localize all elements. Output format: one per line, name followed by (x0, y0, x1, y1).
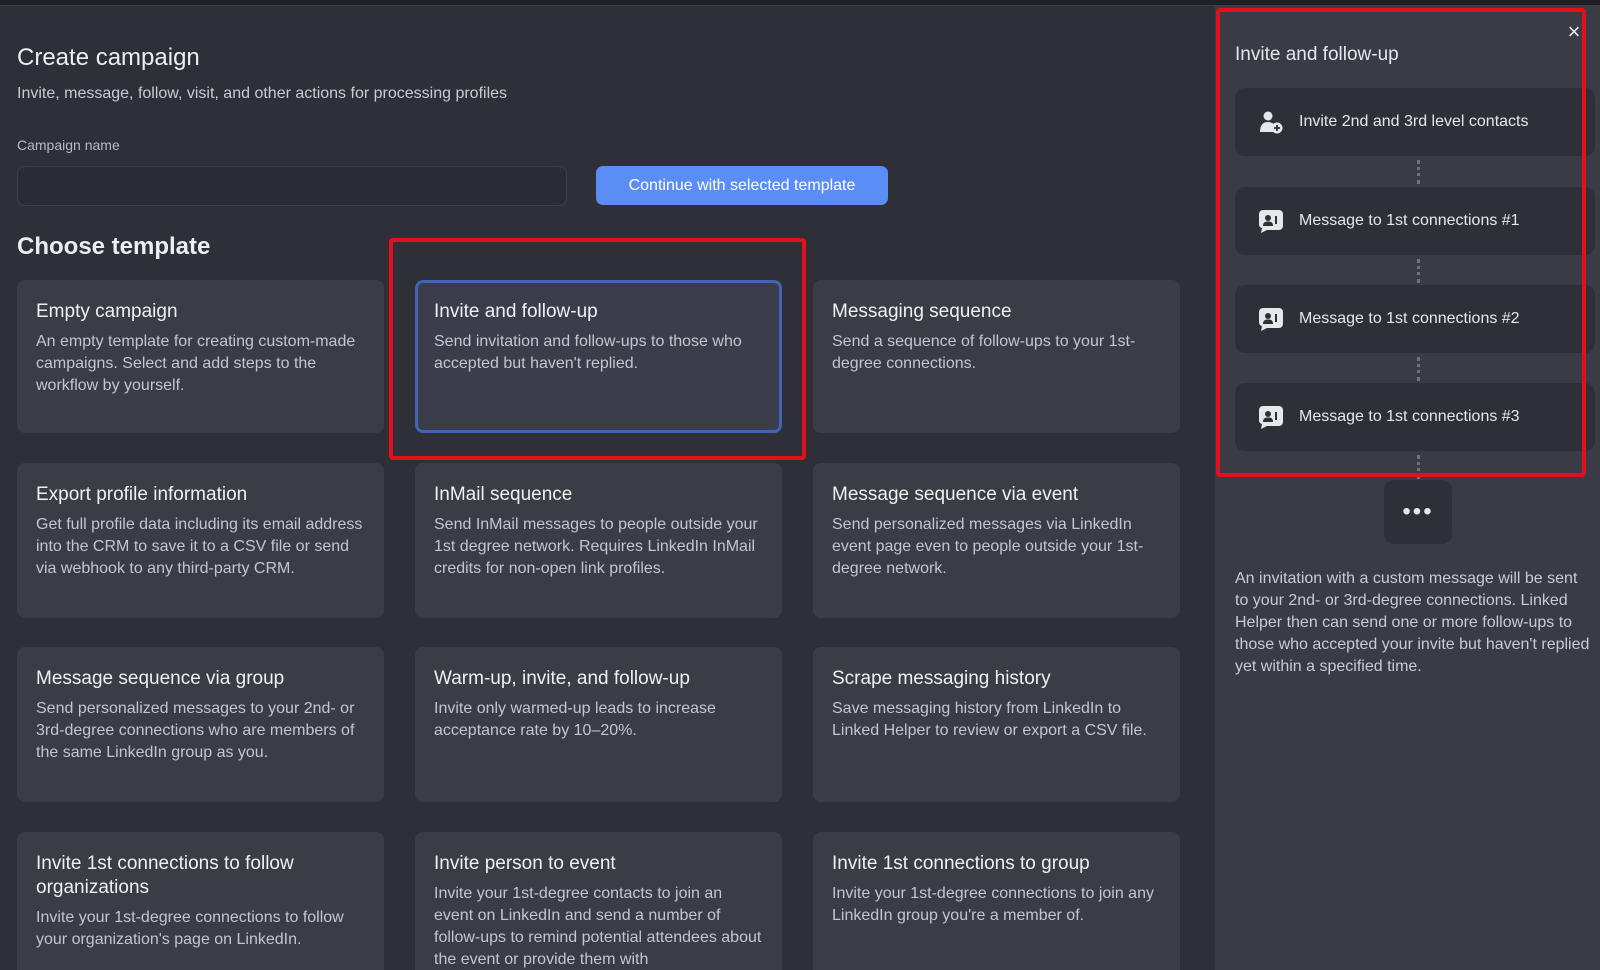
close-icon[interactable]: × (1562, 20, 1586, 44)
template-card-title: InMail sequence (434, 484, 573, 505)
template-card-desc: Send InMail messages to people outside y… (434, 516, 758, 577)
template-card-invite-person-to-event[interactable]: Invite person to event Invite your 1st-d… (415, 832, 782, 970)
template-card-title: Messaging sequence (832, 301, 1012, 322)
template-card-title: Export profile information (36, 484, 248, 505)
template-card-message-sequence-via-group[interactable]: Message sequence via group Send personal… (17, 647, 384, 802)
template-card-desc: Invite your 1st-degree connections to jo… (832, 885, 1154, 924)
message-user-icon (1257, 403, 1285, 431)
message-user-icon (1257, 305, 1285, 333)
step-connector (1417, 160, 1420, 184)
template-card-title: Invite 1st connections to group (832, 853, 1090, 874)
preview-title: Invite and follow-up (1235, 44, 1399, 65)
campaign-name-label: Campaign name (17, 137, 120, 153)
template-card-desc: Send a sequence of follow-ups to your 1s… (832, 333, 1136, 372)
step-connector (1417, 357, 1420, 381)
template-card-export-profile-information[interactable]: Export profile information Get full prof… (17, 463, 384, 618)
preview-step-message-2: Message to 1st connections #2 (1235, 285, 1595, 353)
campaign-name-input[interactable] (17, 166, 567, 206)
template-card-inmail-sequence[interactable]: InMail sequence Send InMail messages to … (415, 463, 782, 618)
step-connector (1417, 455, 1420, 479)
preview-step-message-3: Message to 1st connections #3 (1235, 383, 1595, 451)
template-card-title: Empty campaign (36, 301, 178, 322)
template-card-message-sequence-via-event[interactable]: Message sequence via event Send personal… (813, 463, 1180, 618)
template-card-invite-to-group[interactable]: Invite 1st connections to group Invite y… (813, 832, 1180, 970)
template-card-desc: Send personalized messages to your 2nd- … (36, 700, 355, 761)
template-card-title: Warm-up, invite, and follow-up (434, 668, 690, 689)
message-user-icon (1257, 207, 1285, 235)
preview-step-label: Invite 2nd and 3rd level contacts (1299, 113, 1529, 130)
template-card-desc: Invite only warmed-up leads to increase … (434, 700, 716, 739)
template-card-desc: Invite your 1st-degree connections to fo… (36, 909, 344, 948)
page-subtitle: Invite, message, follow, visit, and othe… (17, 85, 508, 102)
choose-template-heading: Choose template (17, 233, 211, 260)
preview-step-label: Message to 1st connections #1 (1299, 212, 1520, 229)
preview-step-message-1: Message to 1st connections #1 (1235, 187, 1595, 255)
template-card-title: Message sequence via event (832, 484, 1079, 505)
template-card-warm-up-invite-follow-up[interactable]: Warm-up, invite, and follow-up Invite on… (415, 647, 782, 802)
template-card-title: Invite 1st connections to follow organiz… (36, 853, 294, 898)
template-card-scrape-messaging-history[interactable]: Scrape messaging history Save messaging … (813, 647, 1180, 802)
template-card-title: Message sequence via group (36, 668, 285, 689)
add-user-icon (1257, 108, 1285, 136)
template-card-title: Invite and follow-up (434, 301, 598, 322)
preview-step-label: Message to 1st connections #3 (1299, 408, 1520, 425)
page-title: Create campaign (17, 44, 200, 71)
template-card-empty-campaign[interactable]: Empty campaign An empty template for cre… (17, 280, 384, 433)
template-card-desc: Send invitation and follow-ups to those … (434, 333, 742, 372)
continue-with-template-button[interactable]: Continue with selected template (596, 166, 888, 205)
template-card-desc: Invite your 1st-degree contacts to join … (434, 885, 762, 968)
template-card-desc: Save messaging history from LinkedIn to … (832, 700, 1147, 739)
template-card-title: Scrape messaging history (832, 668, 1051, 689)
preview-description: An invitation with a custom message will… (1235, 570, 1590, 675)
template-card-desc: Send personalized messages via LinkedIn … (832, 516, 1144, 577)
step-connector (1417, 259, 1420, 283)
template-card-invite-to-follow-organizations[interactable]: Invite 1st connections to follow organiz… (17, 832, 384, 970)
template-card-desc: Get full profile data including its emai… (36, 516, 363, 577)
preview-step-label: Message to 1st connections #2 (1299, 310, 1520, 327)
template-card-title: Invite person to event (434, 853, 616, 874)
preview-step-invite: Invite 2nd and 3rd level contacts (1235, 88, 1595, 156)
template-card-messaging-sequence[interactable]: Messaging sequence Send a sequence of fo… (813, 280, 1180, 433)
create-campaign-panel: Create campaign Invite, message, follow,… (0, 6, 1215, 970)
more-steps-button[interactable]: ••• (1384, 480, 1452, 544)
template-card-invite-and-follow-up[interactable]: Invite and follow-up Send invitation and… (415, 280, 782, 433)
template-card-desc: An empty template for creating custom-ma… (36, 333, 356, 394)
